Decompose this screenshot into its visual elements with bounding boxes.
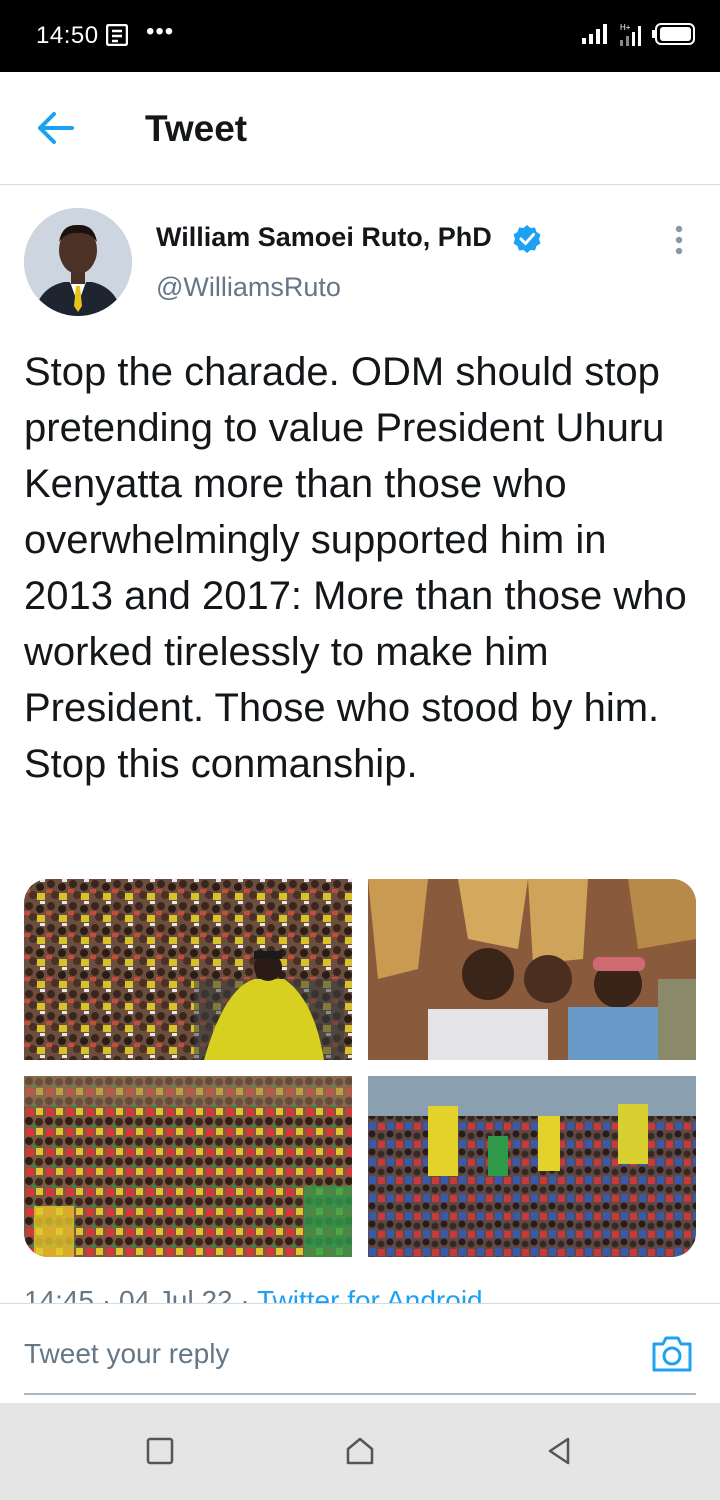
back-triangle-icon[interactable] <box>544 1435 576 1467</box>
author-handle[interactable]: @WilliamsRuto <box>156 272 341 303</box>
app-bar: Tweet <box>0 72 720 185</box>
page-title: Tweet <box>145 108 248 149</box>
notification-icon <box>106 24 128 46</box>
tweet-media-grid <box>24 879 696 1257</box>
home-icon[interactable] <box>344 1435 376 1467</box>
tweet-timestamp: 14:45 · 04 Jul 22 · <box>24 1285 257 1304</box>
crowd-photo <box>24 879 352 1060</box>
author-avatar[interactable] <box>24 208 132 316</box>
tweet-photo-2[interactable] <box>368 879 696 1060</box>
recents-square-icon[interactable] <box>144 1435 176 1467</box>
battery-icon <box>652 23 695 45</box>
status-right-icons: H+ <box>582 22 696 46</box>
system-nav-bar <box>0 1403 720 1500</box>
reply-underline <box>24 1393 696 1395</box>
signal-icon <box>582 24 607 44</box>
tweet-source-link[interactable]: Twitter for Android <box>257 1285 483 1304</box>
signal-4g-icon: H+ <box>620 23 641 46</box>
reply-input[interactable]: Tweet your reply <box>24 1338 229 1370</box>
status-time: 14:50 <box>36 22 99 49</box>
camera-icon[interactable] <box>650 1334 694 1374</box>
reply-bar: Tweet your reply <box>0 1303 720 1404</box>
more-options-icon[interactable] <box>664 222 694 258</box>
avatar-image <box>24 208 132 316</box>
verified-badge-icon <box>513 225 541 253</box>
back-arrow-icon[interactable] <box>34 108 78 148</box>
more-notifications-icon: ••• <box>146 18 175 45</box>
tweet-photo-4[interactable] <box>368 1076 696 1257</box>
crowd-photo <box>368 879 696 1060</box>
crowd-photo <box>24 1076 352 1257</box>
tweet-photo-1[interactable] <box>24 879 352 1060</box>
svg-text:H+: H+ <box>620 23 631 32</box>
tweet-text: Stop the charade. ODM should stop preten… <box>24 350 687 786</box>
crowd-photo <box>368 1076 696 1257</box>
tweet-photo-3[interactable] <box>24 1076 352 1257</box>
author-name[interactable]: William Samoei Ruto, PhD <box>156 222 492 253</box>
status-bar: 14:50 ••• H+ <box>0 0 720 72</box>
tweet-meta: 14:45 · 04 Jul 22 · Twitter for Android <box>24 1284 483 1304</box>
